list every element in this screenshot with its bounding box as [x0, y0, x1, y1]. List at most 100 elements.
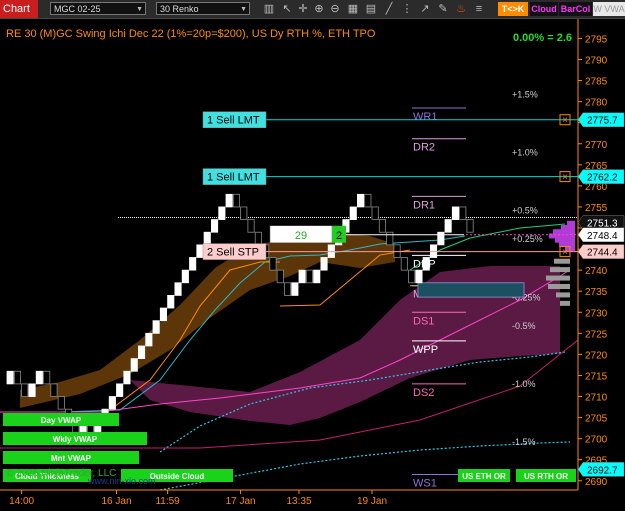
zoom-in-icon[interactable]: ⊕: [312, 1, 326, 17]
order-label: 2 Sell STP: [207, 247, 259, 259]
renko-brick: [269, 257, 277, 271]
price-tick-label: 2785: [585, 77, 608, 88]
zoom-out-icon[interactable]: ⊖: [328, 1, 342, 17]
pivot-label: WPP: [413, 344, 438, 356]
chart-canvas[interactable]: WR1DR2DR1DPPMR1DS1WPPDS2WS1 +1.5%+1.0%+0…: [0, 19, 625, 511]
renko-brick: [298, 269, 306, 284]
cloud-button[interactable]: Cloud: [530, 2, 558, 16]
time-tick-label: 17 Jan: [226, 496, 256, 507]
template-icon[interactable]: ▤: [364, 1, 378, 17]
instrument-value: MGC 02-25: [54, 4, 101, 14]
renko-brick: [444, 219, 452, 233]
renko-brick: [283, 282, 292, 296]
profile-row-gray: [548, 283, 570, 289]
price-tick-label: 2740: [585, 266, 608, 277]
renko-brick: [313, 269, 321, 284]
price-tick-label: 2700: [585, 435, 608, 446]
barcol-button[interactable]: BarCol: [559, 2, 592, 16]
pivot-label: DS1: [413, 315, 434, 327]
renko-brick: [291, 282, 299, 296]
price-tick-label: 2720: [585, 350, 608, 361]
percent-label: -0.5%: [512, 321, 536, 331]
price-tick-label: 2730: [585, 308, 608, 319]
arrow-icon[interactable]: ↗: [418, 1, 432, 17]
cancel-order-icon: ×: [562, 115, 568, 126]
vwap-panel-label: Day VWAP: [41, 416, 82, 425]
renko-brick: [356, 193, 365, 208]
header-right-value: 0.00% = 2.6: [513, 32, 572, 44]
profile-row-gray: [550, 267, 570, 273]
renko-brick: [378, 219, 386, 233]
vwap-panel-label: Outside Cloud: [150, 472, 205, 481]
renko-brick: [189, 257, 197, 271]
instrument-selector[interactable]: MGC 02-25 ▼: [50, 2, 146, 15]
renko-brick: [305, 269, 313, 284]
percent-label: +1.0%: [512, 148, 538, 158]
renko-brick: [50, 383, 58, 397]
renko-brick: [466, 219, 474, 233]
vwap-button[interactable]: W VWA: [593, 2, 625, 16]
vwap-panel-label: Mnt VWAP: [51, 454, 92, 463]
price-badge-label: 2692.7: [587, 465, 618, 476]
renko-brick: [145, 332, 153, 347]
price-tick-label: 2710: [585, 393, 608, 404]
renko-brick: [159, 307, 168, 322]
renko-brick: [21, 383, 29, 397]
price-badge-label: 2744.4: [587, 248, 618, 259]
percent-label: -1.0%: [512, 379, 536, 389]
profile-row-gray: [554, 258, 570, 264]
cursor-icon[interactable]: ↖: [280, 1, 294, 17]
renko-brick: [247, 219, 255, 233]
price-tick-label: 2780: [585, 98, 608, 109]
cancel-order-icon: ×: [562, 247, 568, 258]
renko-brick: [408, 269, 416, 284]
renko-brick: [437, 231, 445, 246]
draw-line-icon[interactable]: ╱: [382, 1, 396, 17]
price-badge-label: 2762.2: [587, 173, 618, 184]
position-ticks: 29: [295, 230, 307, 242]
price-tick-label: 2790: [585, 55, 608, 66]
tick-toggle-button[interactable]: T<>K: [498, 2, 528, 16]
price-tick-label: 2755: [585, 203, 608, 214]
renko-brick: [181, 269, 189, 284]
renko-brick: [35, 370, 43, 385]
value-area-box: [417, 282, 525, 298]
price-badge-label: 2775.7: [587, 116, 618, 127]
toolbar: Chart MGC 02-25 ▼ 30 Renko ▼ ▥ ↖ ✛ ⊕ ⊖ ▦…: [0, 0, 625, 19]
draw-tools-icon[interactable]: ⋮: [400, 1, 414, 17]
price-tick-label: 2795: [585, 34, 608, 45]
renko-brick: [320, 257, 328, 271]
renko-brick: [210, 219, 219, 233]
profile-row-gray: [556, 292, 570, 298]
renko-brick: [451, 206, 459, 220]
renko-brick: [167, 295, 175, 309]
order-label: 1 Sell LMT: [207, 115, 260, 127]
pivot-label: WS1: [413, 477, 437, 489]
renko-brick: [152, 320, 160, 334]
time-tick-label: 19 Jan: [357, 496, 387, 507]
menu-icon[interactable]: ≡: [472, 1, 486, 17]
bar-chart-icon[interactable]: ▥: [262, 1, 276, 17]
price-tick-label: 2735: [585, 287, 608, 298]
pencil-icon[interactable]: ✎: [436, 1, 450, 17]
renko-brick: [386, 231, 394, 246]
crosshair-icon[interactable]: ✛: [296, 1, 310, 17]
time-tick-label: 14:00: [9, 496, 34, 507]
renko-brick: [116, 383, 124, 397]
app-title: Chart: [0, 0, 38, 18]
renko-brick: [371, 206, 379, 220]
price-tick-label: 2690: [585, 477, 608, 488]
renko-brick: [6, 370, 14, 385]
pivot-label: WR1: [413, 111, 437, 123]
renko-brick: [174, 282, 182, 296]
flame-icon[interactable]: ♨: [454, 1, 468, 17]
properties-icon[interactable]: ▦: [346, 1, 360, 17]
vwap-panel-label: US ETH OR: [462, 472, 506, 481]
percent-label: +0.5%: [512, 205, 538, 215]
profile-row-gray: [546, 275, 570, 281]
renko-brick: [240, 206, 248, 220]
profile-row-gray: [560, 300, 570, 306]
renko-brick: [123, 370, 131, 385]
period-selector[interactable]: 30 Renko ▼: [156, 2, 250, 15]
vwap-panel-label: Wkly VWAP: [53, 435, 98, 444]
